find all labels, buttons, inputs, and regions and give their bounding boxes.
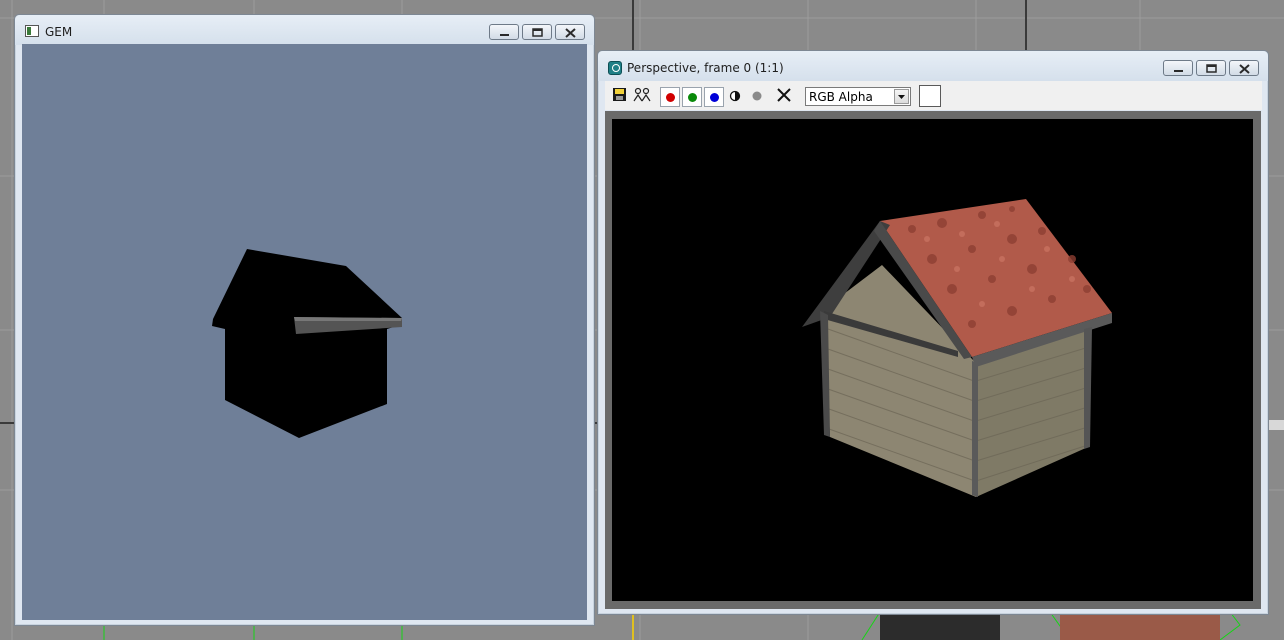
chevron-down-icon[interactable] — [894, 89, 909, 104]
maximize-button[interactable] — [1196, 60, 1226, 76]
close-button[interactable] — [1229, 60, 1259, 76]
save-image-button[interactable] — [611, 86, 631, 106]
blue-channel-toggle[interactable] — [704, 87, 724, 107]
channel-select[interactable]: RGB Alpha — [805, 87, 911, 106]
red-channel-icon — [666, 93, 675, 102]
render-output[interactable] — [612, 119, 1253, 601]
house-silhouette — [212, 249, 402, 438]
minimize-button[interactable] — [1163, 60, 1193, 76]
maximize-icon — [1206, 64, 1217, 73]
green-channel-toggle[interactable] — [682, 87, 702, 107]
clear-icon — [777, 88, 791, 102]
perspective-window-title: Perspective, frame 0 (1:1) — [627, 61, 784, 75]
perspective-window: Perspective, frame 0 (1:1) RGB Alpha — [597, 50, 1269, 615]
channel-select-value: RGB Alpha — [809, 90, 873, 104]
blue-channel-icon — [710, 93, 719, 102]
render-frame-area — [605, 111, 1261, 609]
monochrome-icon — [729, 90, 741, 102]
maximize-icon — [532, 28, 543, 37]
gem-window-title: GEM — [45, 25, 73, 39]
clone-icon — [633, 87, 651, 102]
close-icon — [565, 28, 576, 38]
minimize-button[interactable] — [489, 24, 519, 40]
alpha-icon — [752, 91, 762, 101]
minimize-icon — [500, 34, 509, 36]
max-app-icon — [608, 61, 622, 75]
minimize-icon — [1174, 70, 1183, 72]
gem-viewport[interactable] — [22, 44, 587, 620]
background-color-swatch[interactable] — [919, 85, 941, 107]
gem-window: GEM — [14, 14, 595, 626]
gem-title-bar[interactable]: GEM — [15, 15, 594, 45]
monochrome-toggle[interactable] — [726, 87, 746, 107]
close-button[interactable] — [555, 24, 585, 40]
maximize-button[interactable] — [522, 24, 552, 40]
red-channel-toggle[interactable] — [660, 87, 680, 107]
perspective-title-bar[interactable]: Perspective, frame 0 (1:1) — [598, 51, 1268, 81]
clone-window-button[interactable] — [633, 86, 653, 106]
save-icon — [613, 88, 626, 101]
rendered-house — [802, 199, 1112, 497]
window-app-icon — [25, 25, 39, 37]
close-icon — [1239, 64, 1250, 74]
alpha-channel-toggle[interactable] — [748, 87, 768, 107]
render-toolbar: RGB Alpha — [605, 81, 1262, 110]
green-channel-icon — [688, 93, 697, 102]
clear-button[interactable] — [775, 86, 795, 106]
